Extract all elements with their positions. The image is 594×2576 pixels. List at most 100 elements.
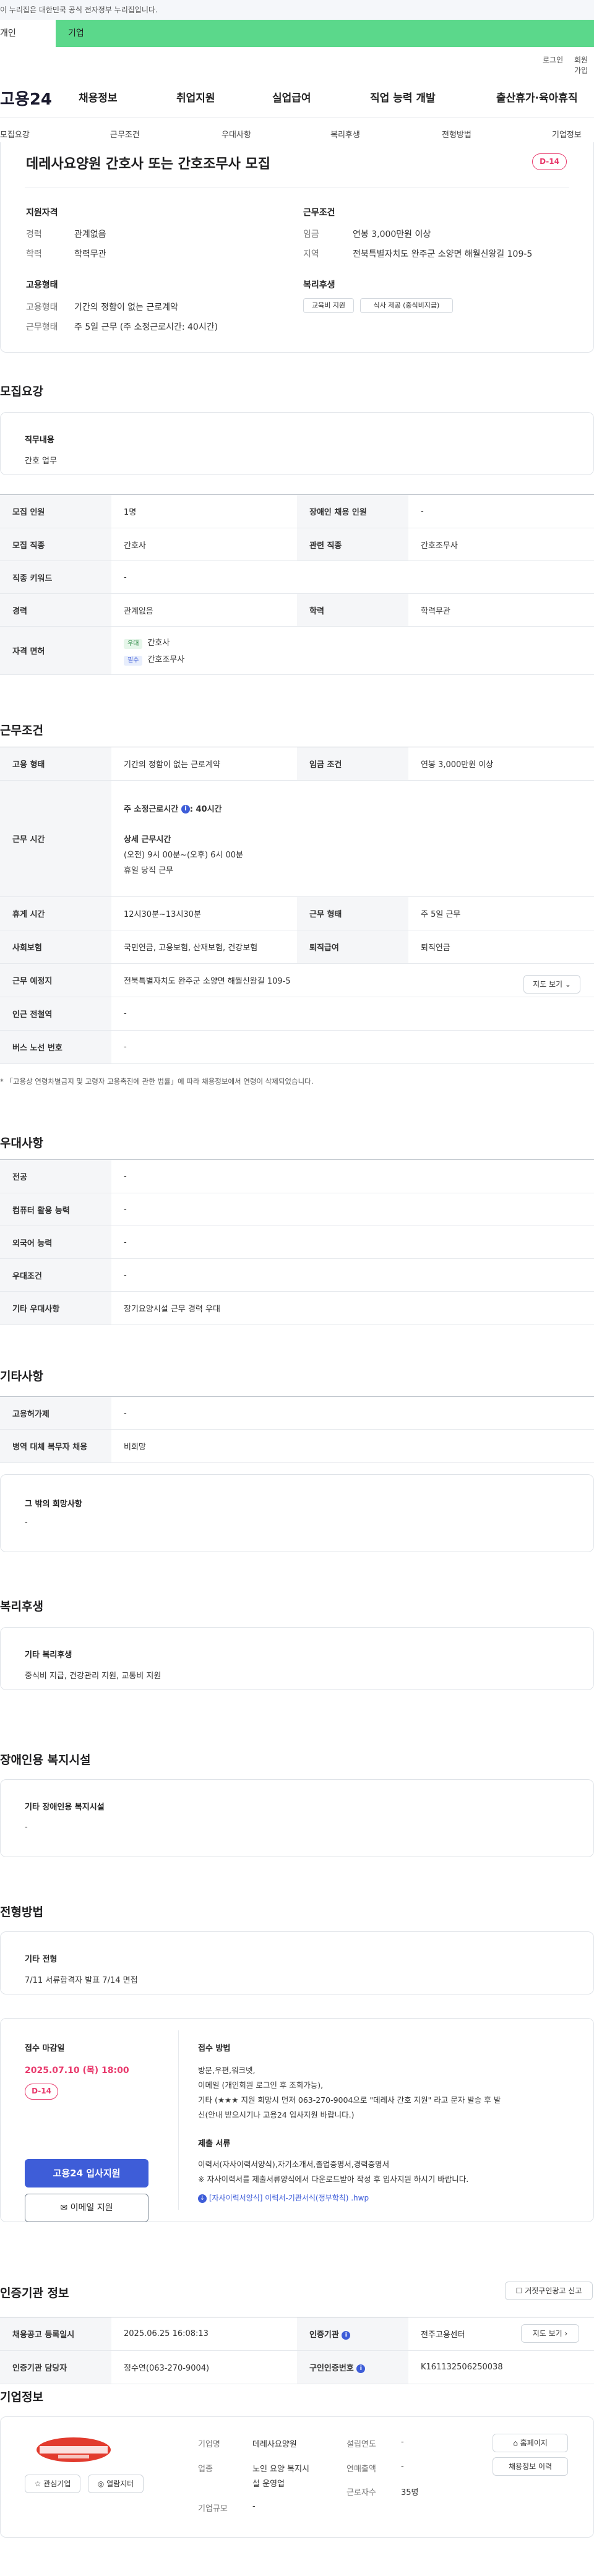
method-line: 기타 (★★★ 지원 희망시 먼저 063-270-9004으로 "데레사 간호… [198,2095,501,2105]
docs-line: 이력서(자사이력서양식),자기소개서,졸업증명서,경력증명서 [198,2160,390,2169]
nav-item-jobs[interactable]: 채용정보 [79,89,118,105]
headcount-label: 모집 인원 [0,494,111,528]
pref-label: 전공 [0,1159,111,1193]
company-name-value: 데레사요양원 [252,2440,297,2449]
download-icon: ↓ [198,2194,207,2203]
duty-value: 간호 업무 [25,457,57,466]
map-button[interactable]: 지도 보기 ⌄ [523,975,580,994]
method-line: 이메일 (개인회원 로그인 후 조회가능), [198,2080,324,2090]
page-title: 데레사요양원 간호사 또는 간호조무사 모집 [26,157,270,172]
job-label: 모집 직종 [0,528,111,561]
table-row: 컴퓨터 활용 능력 - [0,1193,594,1226]
wage-label: 임금 조건 [297,747,408,781]
etc-box [0,1474,594,1552]
tab-company[interactable]: 기업 [56,20,594,47]
keyword-label: 직종 키워드 [0,560,111,594]
resume-file-link[interactable]: ↓ [자사이력서양식] 이력서-기관서식(정부학칙) .hwp [198,2192,369,2203]
section-link-welfare[interactable]: 복리후생 [330,128,360,140]
screening-box-label: 기타 전형 [25,1955,58,1964]
place-label: 근무 예정지 [0,963,111,997]
table-row: 고용허가제 - [0,1396,594,1430]
wage-label: 임금 [303,230,319,239]
docs-label: 제출 서류 [198,2139,231,2149]
signup-link[interactable]: 회원가입 [574,54,594,75]
section-link-preference[interactable]: 우대사항 [222,128,251,140]
place-value: 전북특별자치도 완주군 소양면 해월신왕길 109-5 [111,963,594,997]
related-value: 간호조무사 [408,528,594,561]
info-icon[interactable]: i [181,805,190,814]
worktype-label: 근무형태 [26,322,58,332]
report-false-ad-button[interactable]: ☐ 거짓구인광고 신고 [505,2282,593,2300]
table-row: 전공 - [0,1159,594,1193]
section-link-conditions[interactable]: 근무조건 [110,128,140,140]
pref-label: 외국어 능력 [0,1226,111,1259]
info-icon[interactable]: i [356,2364,366,2373]
login-link[interactable]: 로그인 [543,54,563,65]
dday-badge: D-14 [25,2084,58,2100]
severance-label: 퇴직급여 [297,930,408,964]
email-apply-label: 이메일 지원 [70,2203,113,2213]
welfare-box-label: 기타 복리후생 [25,1651,72,1660]
section-link-company[interactable]: 기업정보 [552,128,582,140]
license-label: 자격 면허 [0,626,111,675]
logo[interactable]: 고용24 [0,87,52,109]
table-row: 버스 노선 번호 - [0,1030,594,1064]
regno-label-cell: 구인인증번호 i [297,2350,408,2384]
section-title-company: 기업정보 [0,2390,43,2404]
nav-item-support[interactable]: 취업지원 [176,89,215,105]
table-row: 외국어 능력 - [0,1226,594,1259]
preference-table: 전공 - 컴퓨터 활용 능력 - 외국어 능력 - 우대조건 - 기타 우대사항 장기요양… [0,1159,594,1325]
docs-line: ※ 자사이력서를 제출서류양식에서 다운로드받아 작성 후 입사지원 하시기 바… [198,2175,469,2184]
bus-value: - [111,1030,594,1064]
method-label: 접수 방법 [198,2044,231,2053]
region-label: 지역 [303,249,319,259]
hidden-company-button[interactable]: ◎ 열람지터 [88,2475,144,2493]
table-row: 고용 형태 기간의 정함이 없는 근로계약 임금 조건 연봉 3,000만원 이… [0,747,594,781]
table-row: 직종 키워드 - [0,560,594,594]
agency-map-button[interactable]: 지도 보기 › [521,2324,579,2343]
disabled-label: 장애인 채용 인원 [297,494,408,528]
emptype-value: 기간의 정함이 없는 근로계약 [111,747,297,781]
emptype-label: 고용형태 [26,303,58,312]
section-link-screening[interactable]: 전형방법 [442,128,471,140]
table-row: 근무 예정지 전북특별자치도 완주군 소양면 해월신왕길 109-5 [0,963,594,997]
info-icon[interactable]: i [342,2330,351,2340]
company-logo [33,2431,114,2468]
weekly-hours-value: : 40시간 [189,804,222,814]
interest-company-button[interactable]: ☆ 관심기업 [25,2475,80,2493]
homepage-label: 홈페이지 [520,2439,548,2447]
nav-item-parental[interactable]: 출산휴가·육아휴직 [496,89,578,105]
pref-value: - [111,1193,594,1226]
section-title-screening: 전형방법 [0,1905,43,1919]
table-row: 모집 직종 간호사 관련 직종 간호조무사 [0,528,594,561]
nav-item-unemployment[interactable]: 실업급여 [272,89,311,105]
pref-value: - [111,1258,594,1292]
section-title-conditions: 근무조건 [0,724,43,737]
etc-box-label: 그 밖의 희망사항 [25,1500,82,1509]
disabled-facility-label: 기타 장애인용 복지시설 [25,1803,105,1812]
homepage-button[interactable]: ⌂ 홈페이지 [493,2434,568,2452]
job-history-button[interactable]: 채용정보 이력 [493,2457,568,2476]
welfare-heading: 복리후생 [303,280,335,290]
map-button-label: 지도 보기 [533,980,563,989]
nav-item-training[interactable]: 직업 능력 개발 [370,89,436,105]
section-title-disabled-facility: 장애인용 복지시설 [0,1753,91,1767]
job-value: 간호사 [111,528,297,561]
gov-banner: 이 누리집은 대한민국 공식 전자정부 누리집입니다. [0,0,594,20]
table-row: 기타 우대사항 장기요양시설 근무 경력 우대 [0,1291,594,1325]
section-title-recruit: 모집요강 [0,385,43,398]
sales-value: - [401,2462,404,2471]
etc-value: 비희망 [111,1429,594,1463]
emptype-value: 기간의 정함이 없는 근로계약 [74,303,178,312]
severance-value: 퇴직연금 [408,930,594,964]
insurance-value: 국민연금, 고용보험, 산재보험, 건강보험 [111,930,297,964]
section-link-recruit[interactable]: 모집요강 [0,128,30,140]
chevron-down-icon: ⌄ [564,980,571,989]
email-apply-button[interactable]: ✉ 이메일 지원 [25,2194,148,2222]
recruit-table: 모집 인원 1명 장애인 채용 인원 - 모집 직종 간호사 관련 직종 간호조… [0,494,594,675]
apply-button[interactable]: 고용24 입사지원 [25,2159,148,2187]
hours-cell: 주 소정근로시간 i: 40시간 상세 근무시간 (오전) 9시 00분~(오후… [111,780,594,897]
bus-label: 버스 노선 번호 [0,1030,111,1064]
section-title-welfare: 복리후생 [0,1600,43,1613]
tab-personal[interactable]: 개인 [0,20,56,47]
